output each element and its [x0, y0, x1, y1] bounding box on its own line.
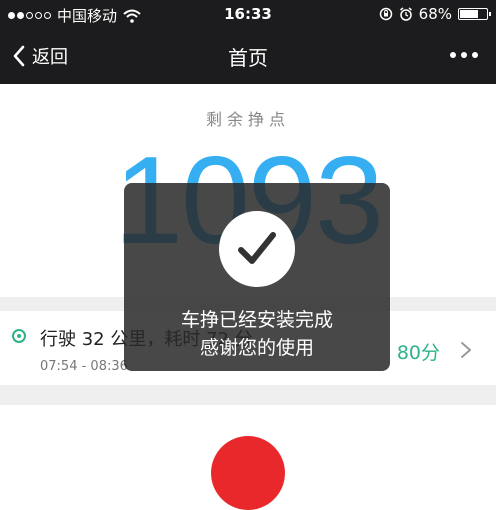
- more-dot: [472, 52, 478, 58]
- status-bar: 中国移动 16:33 68%: [0, 0, 496, 28]
- more-dot: [450, 52, 456, 58]
- toast-message-line2: 感谢您的使用: [199, 337, 314, 359]
- rotation-lock-icon: [379, 7, 392, 21]
- trip-score: 80分: [396, 342, 440, 364]
- remaining-points-label: 剩余挣点: [205, 110, 290, 129]
- status-right: 68%: [379, 5, 491, 23]
- bottom-section: [0, 405, 496, 510]
- nav-bar: 返回 首页: [0, 28, 496, 84]
- more-button[interactable]: [450, 52, 478, 58]
- success-toast: 车挣已经安装完成 感谢您的使用: [124, 183, 390, 371]
- alarm-icon: [399, 7, 412, 21]
- battery-icon: [458, 8, 491, 20]
- more-dot: [461, 52, 467, 58]
- red-action-circle[interactable]: [211, 436, 285, 510]
- checkmark-icon: [219, 211, 295, 287]
- battery-percent: 68%: [418, 5, 452, 23]
- trip-status-icon: [12, 329, 26, 343]
- chevron-right-icon: [461, 342, 471, 358]
- page-title: 首页: [228, 46, 268, 70]
- trip-time-range: 07:54 - 08:36: [40, 359, 128, 374]
- divider-band: [0, 385, 496, 405]
- toast-message-line1: 车挣已经安装完成: [180, 309, 333, 331]
